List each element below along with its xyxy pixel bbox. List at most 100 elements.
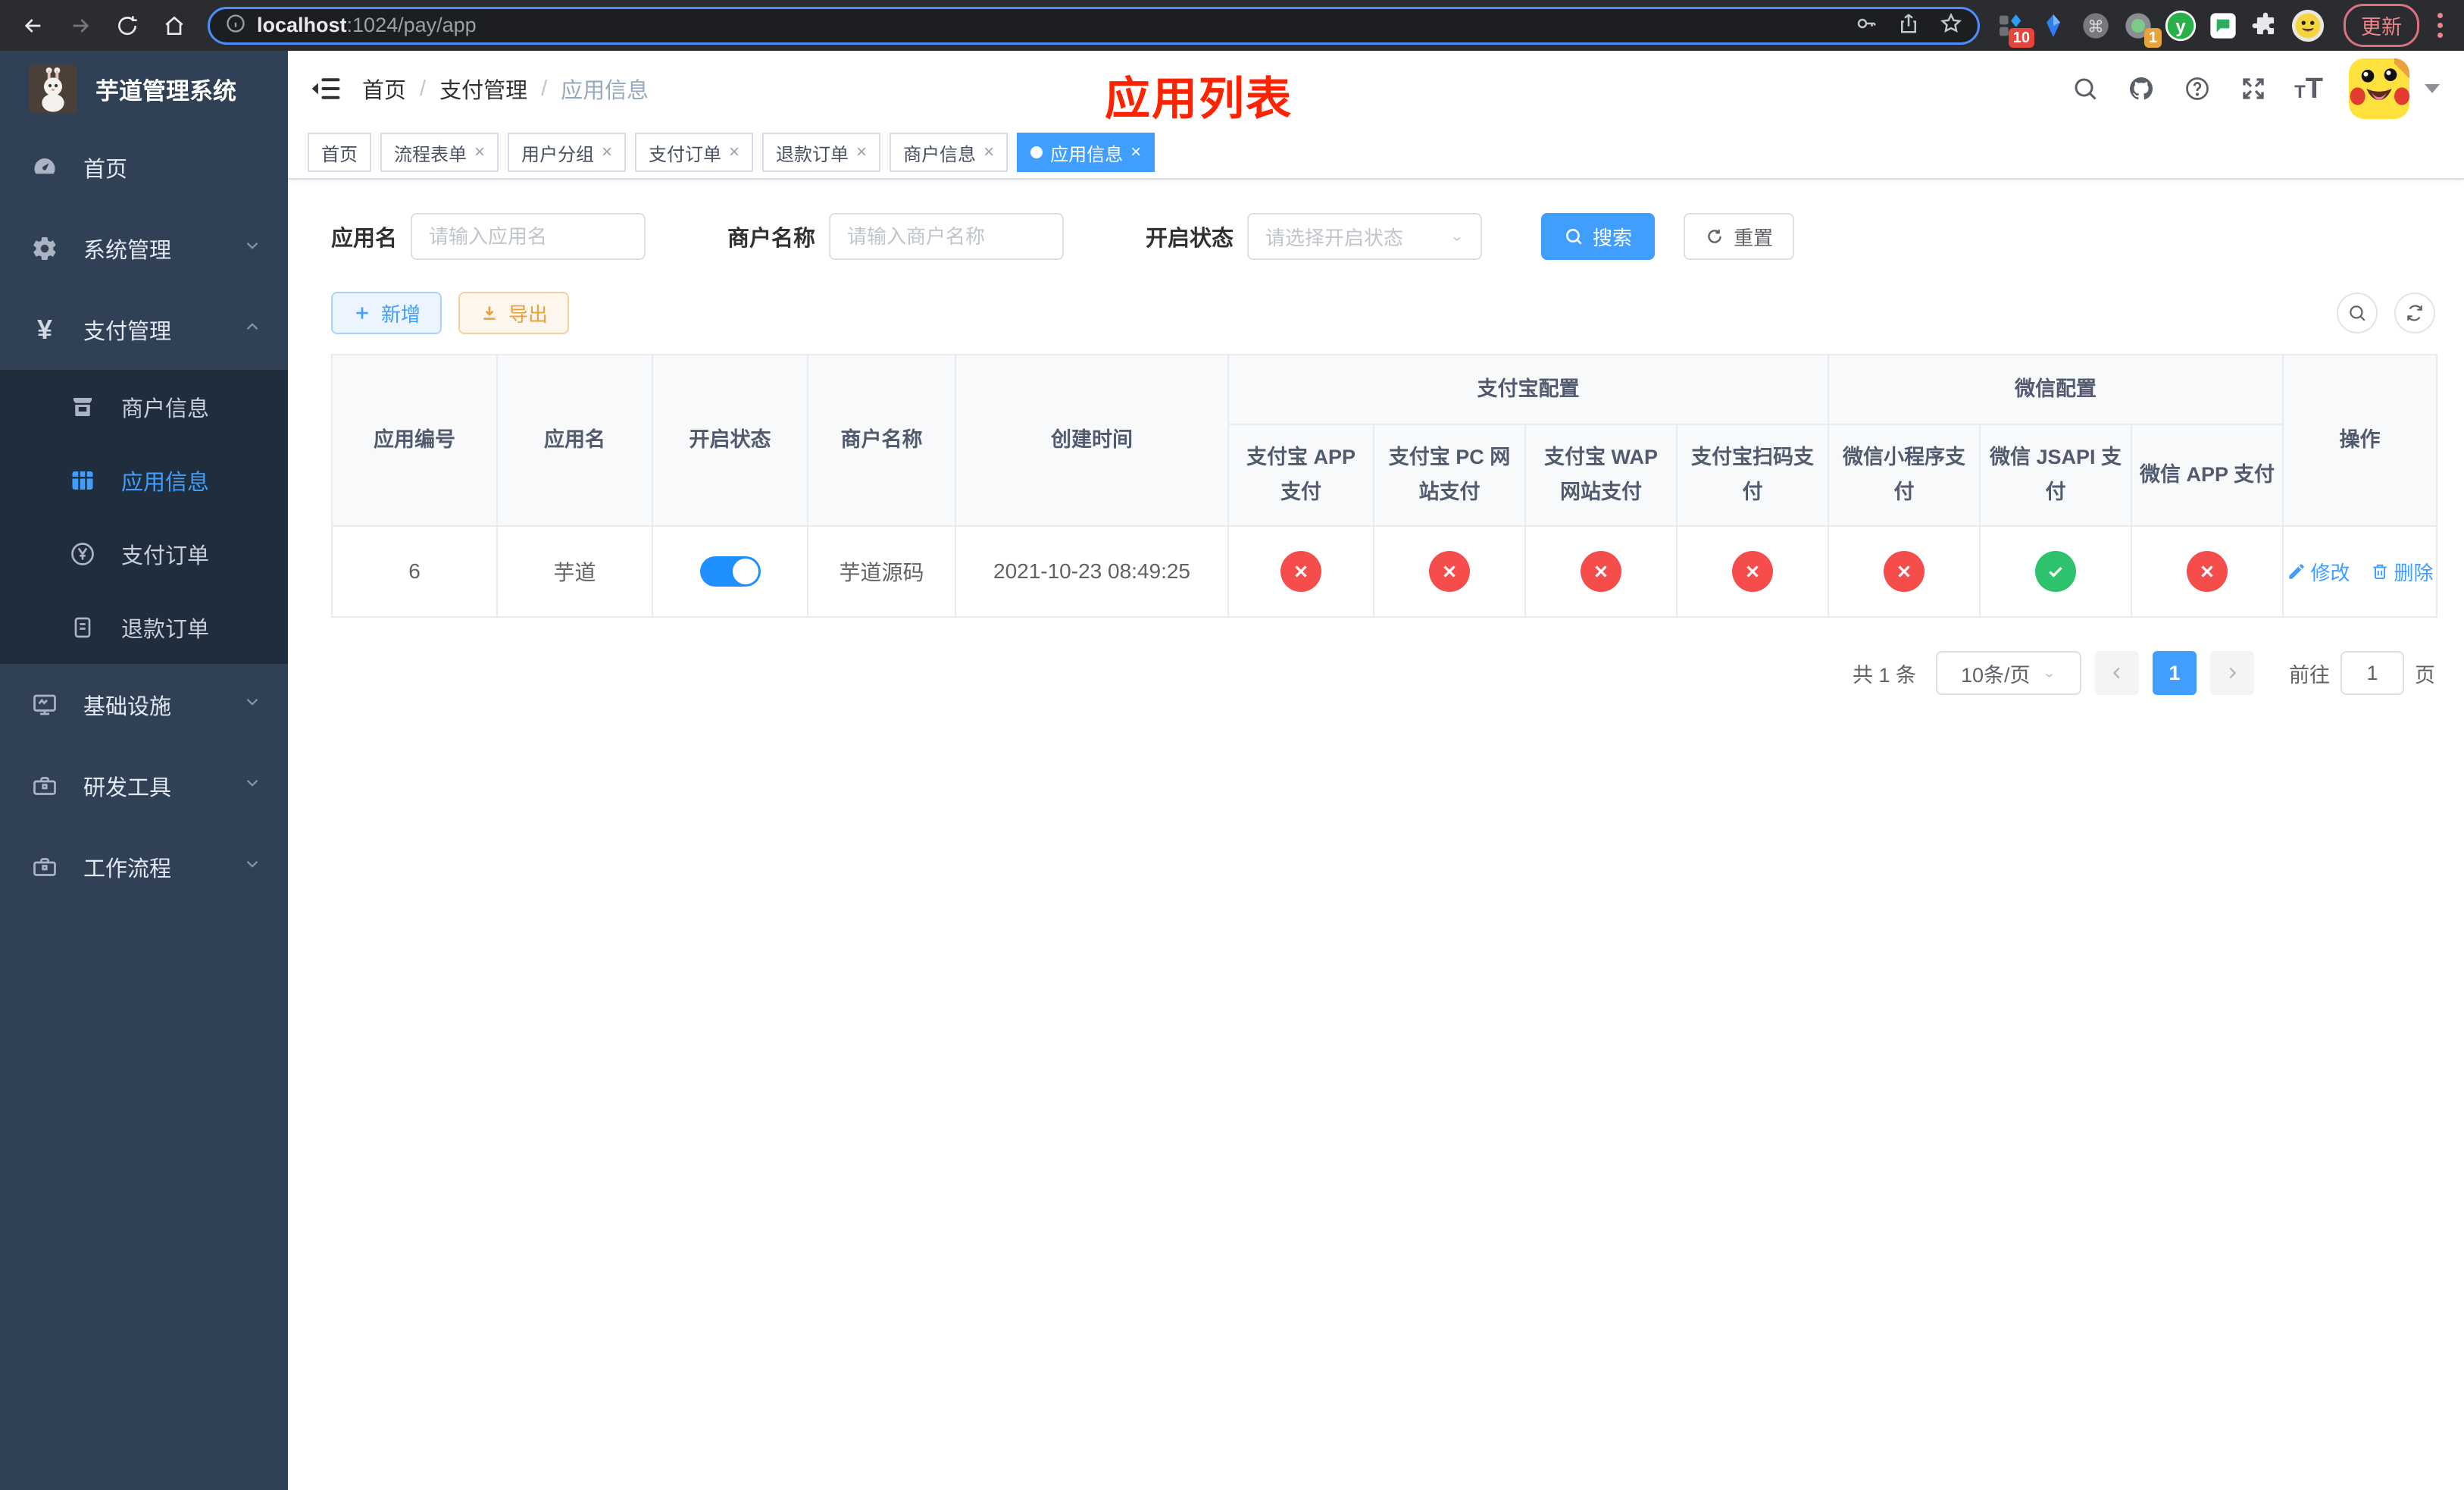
password-key-icon[interactable] [1855,12,1878,39]
goto-label: 前往 [2289,663,2330,687]
sidebar-item-label: 应用信息 [121,470,210,495]
page-size-select[interactable]: 10条/页 ⌄ [1936,651,2081,695]
prev-page-button[interactable] [2095,651,2139,695]
browser-back-button[interactable] [14,6,53,45]
tab-close-icon[interactable]: × [729,143,740,161]
reset-button[interactable]: 重置 [1684,213,1795,260]
breadcrumb-home[interactable]: 首页 [362,73,406,105]
delete-button[interactable]: 删除 [2370,558,2434,586]
extension-notes-icon[interactable] [2206,8,2240,43]
browser-home-button[interactable] [155,6,194,45]
extension-recorder-icon[interactable]: 1 [2121,8,2162,48]
tab-close-icon[interactable]: × [474,143,485,161]
tab-close-icon[interactable]: × [856,143,867,161]
tab-merchant-info[interactable]: 商户信息 × [890,133,1008,172]
search-icon [2350,305,2366,321]
status-select[interactable]: 请选择开启状态 ⌄ [1247,213,1483,260]
tab-close-icon[interactable]: × [602,143,612,161]
toolbox-icon [30,772,59,800]
sidebar-item-label: 商户信息 [121,396,210,421]
share-icon[interactable] [1897,12,1920,39]
chevron-up-icon [242,317,262,343]
sidebar-logo-row[interactable]: 芋道管理系统 [0,51,288,127]
browser-reload-button[interactable] [108,6,147,45]
status-alipay-app-icon [1280,551,1321,592]
sidebar-item-payment[interactable]: ¥ 支付管理 [0,289,288,370]
app-name-input[interactable] [411,213,646,260]
col-header-alipay-pc: 支付宝 PC 网站支付 [1373,424,1526,527]
cell-merchant: 芋道源码 [807,525,956,618]
sidebar-item-infrastructure[interactable]: 基础设施 [0,664,288,745]
refresh-table-button[interactable] [2394,293,2435,333]
sidebar-item-merchant-info[interactable]: 商户信息 [0,370,288,443]
extensions-puzzle-icon[interactable] [2248,8,2283,43]
chevron-right-icon [2229,667,2237,679]
profile-avatar-icon[interactable] [2290,8,2325,43]
user-avatar[interactable] [2349,58,2409,119]
tab-label: 流程表单 [394,144,467,165]
extension-tasks-icon[interactable]: 10 [1993,8,2034,48]
address-bar[interactable]: localhost:1024/pay/app [208,6,1980,45]
extension-kite-icon[interactable] [2036,8,2071,43]
active-tab-dot [1030,146,1043,158]
tab-app-info[interactable]: 应用信息 × [1017,133,1155,172]
top-navbar: 首页 / 支付管理 / 应用信息 TT [288,51,2464,127]
avatar-caret-icon[interactable] [2425,84,2440,93]
tab-close-icon[interactable]: × [1130,143,1141,161]
next-page-button[interactable] [2210,651,2254,695]
status-wechat-app-icon [2187,551,2228,592]
add-button[interactable]: 新增 [331,292,442,334]
tab-user-group[interactable]: 用户分组 × [508,133,627,172]
row-enabled-toggle[interactable] [699,556,761,587]
site-info-icon[interactable] [225,13,246,38]
tab-label: 首页 [321,144,358,165]
export-button[interactable]: 导出 [458,292,570,334]
sidebar-item-label: 支付订单 [121,543,210,568]
toggle-search-button[interactable] [2337,293,2378,333]
goto-page-input[interactable] [2340,651,2404,695]
merchant-name-input[interactable] [829,213,1065,260]
font-size-icon[interactable]: TT [2294,73,2323,105]
sidebar-item-pay-order[interactable]: 支付订单 [0,517,288,590]
extension-y-icon[interactable]: y [2163,8,2198,43]
sidebar-item-app-info[interactable]: 应用信息 [0,443,288,517]
sidebar-item-home[interactable]: 首页 [0,127,288,208]
browser-update-button[interactable]: 更新 [2344,4,2419,47]
tags-view-bar: 首页 流程表单 × 用户分组 × 支付订单 × 退款订单 × 商户信息 × 应用信息 × [288,127,2464,180]
url-text: localhost:1024/pay/app [257,14,1844,37]
chevron-down-icon [242,236,262,261]
sidebar-item-refund-order[interactable]: 退款订单 [0,590,288,664]
fullscreen-icon[interactable] [2238,74,2269,104]
app-logo [29,64,77,113]
browser-forward-button[interactable] [61,6,100,45]
breadcrumb: 首页 / 支付管理 / 应用信息 [362,73,649,105]
tab-close-icon[interactable]: × [983,143,994,161]
tab-home[interactable]: 首页 [308,133,371,172]
yen-circle-icon [68,540,97,568]
github-icon[interactable] [2126,74,2156,104]
sidebar-item-label: 研发工具 [83,775,172,800]
search-button[interactable]: 搜索 [1541,213,1656,260]
bookmark-star-icon[interactable] [1940,12,1962,39]
tab-refund-order[interactable]: 退款订单 × [762,133,881,172]
browser-menu-icon[interactable] [2430,13,2450,38]
add-button-label: 新增 [381,302,421,326]
chevron-down-icon: ⌄ [2042,665,2056,681]
tab-process-form[interactable]: 流程表单 × [380,133,499,172]
search-icon [1566,229,1582,245]
sidebar-fold-icon[interactable] [309,72,342,105]
help-icon[interactable] [2182,74,2212,104]
page-number-button[interactable]: 1 [2153,651,2197,695]
search-icon[interactable] [2070,74,2100,104]
refresh-icon [2407,305,2422,321]
edit-button[interactable]: 修改 [2287,558,2350,586]
apps-table: 应用编号 应用名 开启状态 商户名称 创建时间 支付宝配置 微信配置 操作 支付… [331,354,2438,618]
extension-command-icon[interactable]: ⌘ [2078,8,2113,43]
sidebar-item-dev-tools[interactable]: 研发工具 [0,745,288,826]
sidebar: 芋道管理系统 首页 系统管理 ¥ 支付管理 商户信息 应用信息 支付订单 退款订… [0,51,288,1490]
tab-pay-order[interactable]: 支付订单 × [635,133,754,172]
col-header-app-id: 应用编号 [331,354,498,527]
sidebar-item-workflow[interactable]: 工作流程 [0,826,288,907]
cell-app-id: 6 [331,525,498,618]
sidebar-item-system[interactable]: 系统管理 [0,208,288,289]
